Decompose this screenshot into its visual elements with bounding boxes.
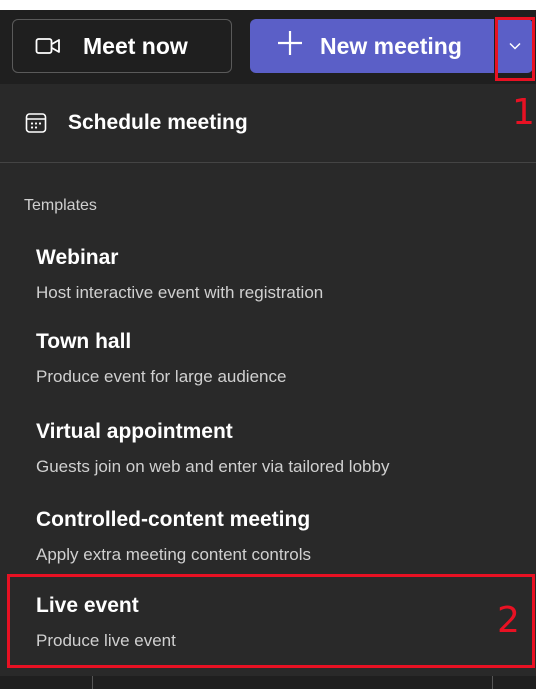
templates-heading: Templates bbox=[24, 197, 97, 214]
template-title: Controlled-content meeting bbox=[36, 508, 311, 531]
menu-divider bbox=[0, 162, 536, 163]
annotation-marker-2: 2 bbox=[497, 600, 520, 641]
template-live-event[interactable]: Live event Produce live event bbox=[0, 594, 536, 676]
template-title: Live event bbox=[36, 594, 139, 617]
video-camera-icon bbox=[35, 34, 63, 58]
template-town-hall[interactable]: Town hall Produce event for large audien… bbox=[0, 330, 536, 412]
window-top-edge bbox=[0, 0, 536, 10]
template-title: Webinar bbox=[36, 246, 119, 269]
schedule-meeting-item[interactable]: Schedule meeting bbox=[0, 84, 536, 162]
divider-line bbox=[92, 676, 93, 689]
template-description: Guests join on web and enter via tailore… bbox=[36, 457, 390, 476]
template-description: Host interactive event with registration bbox=[36, 283, 324, 302]
template-virtual-appointment[interactable]: Virtual appointment Guests join on web a… bbox=[0, 420, 536, 502]
annotation-marker-1: 1 bbox=[512, 92, 535, 133]
template-webinar[interactable]: Webinar Host interactive event with regi… bbox=[0, 246, 536, 328]
divider-line bbox=[492, 676, 493, 689]
meet-now-label: Meet now bbox=[83, 32, 188, 59]
chevron-down-icon bbox=[509, 37, 521, 55]
new-meeting-button[interactable]: New meeting bbox=[250, 19, 494, 73]
template-description: Apply extra meeting content controls bbox=[36, 545, 311, 564]
template-description: Produce event for large audience bbox=[36, 367, 287, 386]
meet-now-button[interactable]: Meet now bbox=[12, 19, 232, 73]
template-description: Produce live event bbox=[36, 631, 176, 650]
template-title: Town hall bbox=[36, 330, 132, 353]
background-strip bbox=[0, 676, 536, 689]
new-meeting-options-dropdown[interactable] bbox=[497, 19, 533, 73]
calendar-icon bbox=[24, 111, 48, 135]
plus-icon bbox=[276, 24, 304, 64]
new-meeting-label: New meeting bbox=[320, 32, 462, 59]
new-meeting-menu: Schedule meeting Templates Webinar Host … bbox=[0, 84, 536, 676]
meeting-toolbar: Meet now New meeting bbox=[0, 10, 536, 84]
template-title: Virtual appointment bbox=[36, 420, 233, 443]
schedule-meeting-label: Schedule meeting bbox=[68, 111, 248, 134]
template-controlled-content-meeting[interactable]: Controlled-content meeting Apply extra m… bbox=[0, 508, 536, 590]
